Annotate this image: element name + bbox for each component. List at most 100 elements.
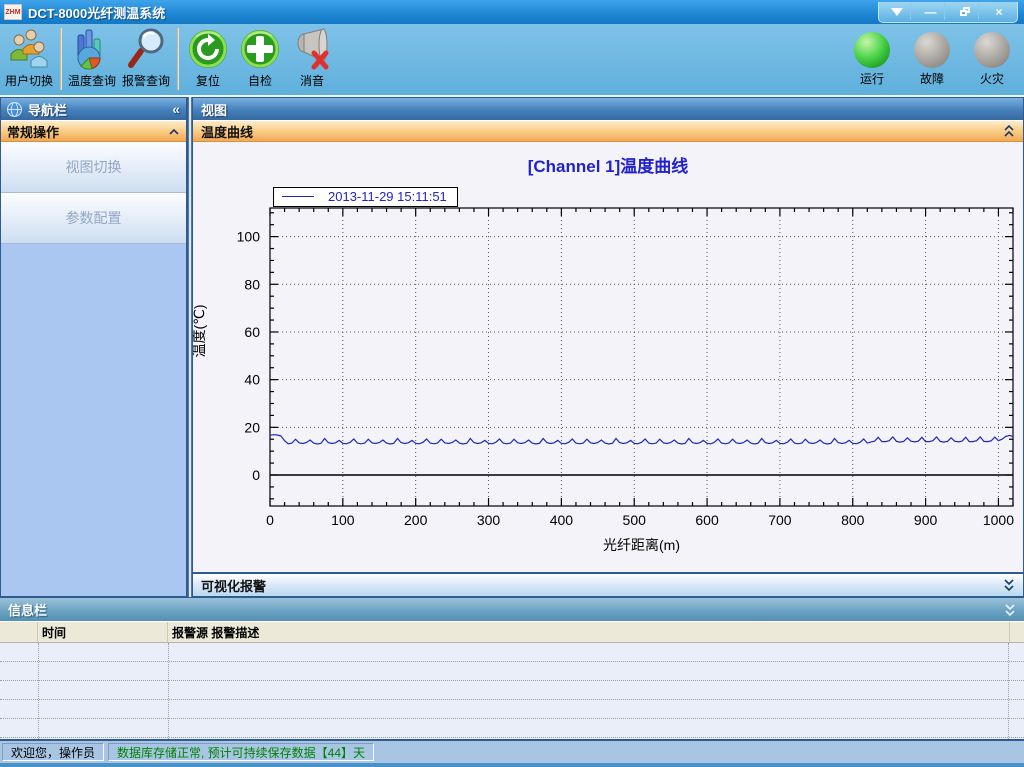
column-end — [1010, 622, 1024, 642]
double-chevron-up-icon — [1003, 124, 1015, 138]
table-row[interactable] — [0, 700, 1024, 719]
svg-text:0: 0 — [266, 512, 274, 528]
toolbar-button-temp-query[interactable]: 温度查询 — [65, 26, 119, 90]
toolbar-separator — [177, 28, 178, 90]
svg-text:700: 700 — [768, 512, 792, 528]
column-alarm-source-desc[interactable]: 报警源 报警描述 — [168, 622, 1010, 642]
toolbar-button-user-switch[interactable]: 用户切换 — [2, 26, 56, 90]
toolbar-label: 用户切换 — [5, 72, 53, 89]
svg-text:200: 200 — [404, 512, 428, 528]
globe-icon — [7, 102, 22, 117]
table-row[interactable] — [0, 662, 1024, 681]
minimize-button[interactable]: — — [917, 3, 945, 20]
lamp-label: 故障 — [920, 70, 944, 87]
toolbar-button-alarm-query[interactable]: 报警查询 — [119, 26, 173, 90]
section-header-common-ops[interactable]: 常规操作 — [1, 120, 186, 142]
collapse-sidebar-button[interactable]: « — [172, 101, 180, 117]
column-indicator — [0, 622, 38, 642]
lamp-running: 运行 — [850, 32, 894, 87]
table-row[interactable] — [0, 643, 1024, 662]
info-bar-header[interactable]: 信息栏 — [0, 597, 1024, 621]
svg-text:40: 40 — [244, 372, 260, 388]
table-row[interactable] — [0, 719, 1024, 738]
lamp-label: 运行 — [860, 70, 884, 87]
navigation-sidebar: 导航栏 « 常规操作 视图切换 参数配置 — [0, 97, 188, 597]
svg-text:500: 500 — [623, 512, 647, 528]
database-status: 数据库存储正常, 预计可持续保存数据【44】天 — [108, 743, 374, 761]
svg-text:800: 800 — [841, 512, 865, 528]
svg-text:100: 100 — [237, 229, 261, 245]
double-chevron-down-icon — [1003, 578, 1015, 592]
svg-text:光纤距离(m): 光纤距离(m) — [603, 537, 680, 553]
toolbar-label: 消音 — [300, 72, 324, 89]
svg-text:60: 60 — [244, 324, 260, 340]
lamp-fire: 火灾 — [970, 32, 1014, 87]
svg-text:20: 20 — [244, 419, 260, 435]
sidebar-item-param-config[interactable]: 参数配置 — [1, 193, 186, 244]
nav-header: 导航栏 « — [1, 98, 186, 120]
magnifier-icon — [124, 27, 168, 71]
toolbar-button-mute[interactable]: 消音 — [286, 26, 338, 90]
status-lamps: 运行 故障 火灾 — [850, 32, 1014, 87]
window-title: DCT-8000光纤测温系统 — [28, 3, 165, 22]
svg-text:400: 400 — [550, 512, 574, 528]
sidebar-item-view-switch[interactable]: 视图切换 — [1, 142, 186, 193]
section-title: 常规操作 — [7, 122, 59, 141]
chevron-up-icon — [168, 126, 180, 136]
restore-button[interactable] — [951, 3, 979, 20]
alarm-table-body[interactable] — [0, 643, 1024, 741]
mute-speaker-icon — [290, 27, 334, 71]
svg-text:80: 80 — [244, 276, 260, 292]
sidebar-item-label: 参数配置 — [66, 208, 122, 228]
sidebar-empty-area — [1, 244, 186, 596]
svg-text:900: 900 — [914, 512, 938, 528]
info-bar-title: 信息栏 — [8, 600, 47, 619]
toolbar-button-reset[interactable]: 复位 — [182, 26, 234, 90]
toolbar-button-self-test[interactable]: 自检 — [234, 26, 286, 90]
lamp-label: 火灾 — [980, 70, 1004, 87]
temperature-chart: [Channel 1]温度曲线 2013-11-29 15:11:51 温度(℃… — [193, 142, 1023, 572]
sidebar-item-label: 视图切换 — [66, 157, 122, 177]
app-logo-icon: ZHM — [4, 4, 22, 20]
welcome-status: 欢迎您，操作员 — [2, 743, 104, 761]
view-title: 视图 — [201, 100, 227, 119]
column-time[interactable]: 时间 — [38, 622, 168, 642]
users-icon — [7, 27, 51, 71]
svg-text:100: 100 — [331, 512, 355, 528]
panel-title: 可视化报警 — [201, 576, 266, 595]
double-chevron-down-icon — [1004, 603, 1016, 617]
visual-alarm-panel-header[interactable]: 可视化报警 — [193, 572, 1023, 596]
window-menu-button[interactable] — [883, 3, 911, 20]
window-controls: — × — [878, 2, 1018, 23]
main-view: 视图 温度曲线 [Channel 1]温度曲线 2013-11-29 15:11… — [192, 97, 1024, 597]
running-lamp-icon — [854, 32, 890, 68]
table-row[interactable] — [0, 681, 1024, 700]
column-divider — [1008, 643, 1009, 739]
fire-lamp-icon — [974, 32, 1010, 68]
toolbar-label: 复位 — [196, 72, 220, 89]
lamp-fault: 故障 — [910, 32, 954, 87]
reset-icon — [186, 27, 230, 71]
toolbar-label: 温度查询 — [68, 72, 116, 89]
svg-text:0: 0 — [252, 467, 260, 483]
dropdown-triangle-icon — [891, 8, 903, 16]
svg-text:300: 300 — [477, 512, 501, 528]
restore-icon — [960, 7, 970, 16]
svg-text:1000: 1000 — [983, 512, 1014, 528]
window-bottom-edge — [0, 763, 1024, 767]
chart-pie-icon — [70, 27, 114, 71]
panel-title: 温度曲线 — [201, 122, 253, 141]
column-divider — [38, 643, 39, 739]
alarm-table-header: 时间 报警源 报警描述 — [0, 621, 1024, 643]
close-button[interactable]: × — [985, 3, 1013, 20]
fault-lamp-icon — [914, 32, 950, 68]
status-bar: 欢迎您，操作员 数据库存储正常, 预计可持续保存数据【44】天 — [0, 741, 1024, 763]
column-divider — [168, 643, 169, 739]
svg-text:600: 600 — [695, 512, 719, 528]
temp-curve-panel-header[interactable]: 温度曲线 — [193, 120, 1023, 142]
toolbar-label: 报警查询 — [122, 72, 170, 89]
title-bar: ZHM DCT-8000光纤测温系统 — × — [0, 0, 1024, 24]
toolbar-separator — [60, 28, 61, 90]
toolbar: 用户切换 温度查询 报警查询 — [0, 24, 1024, 97]
toolbar-label: 自检 — [248, 72, 272, 89]
